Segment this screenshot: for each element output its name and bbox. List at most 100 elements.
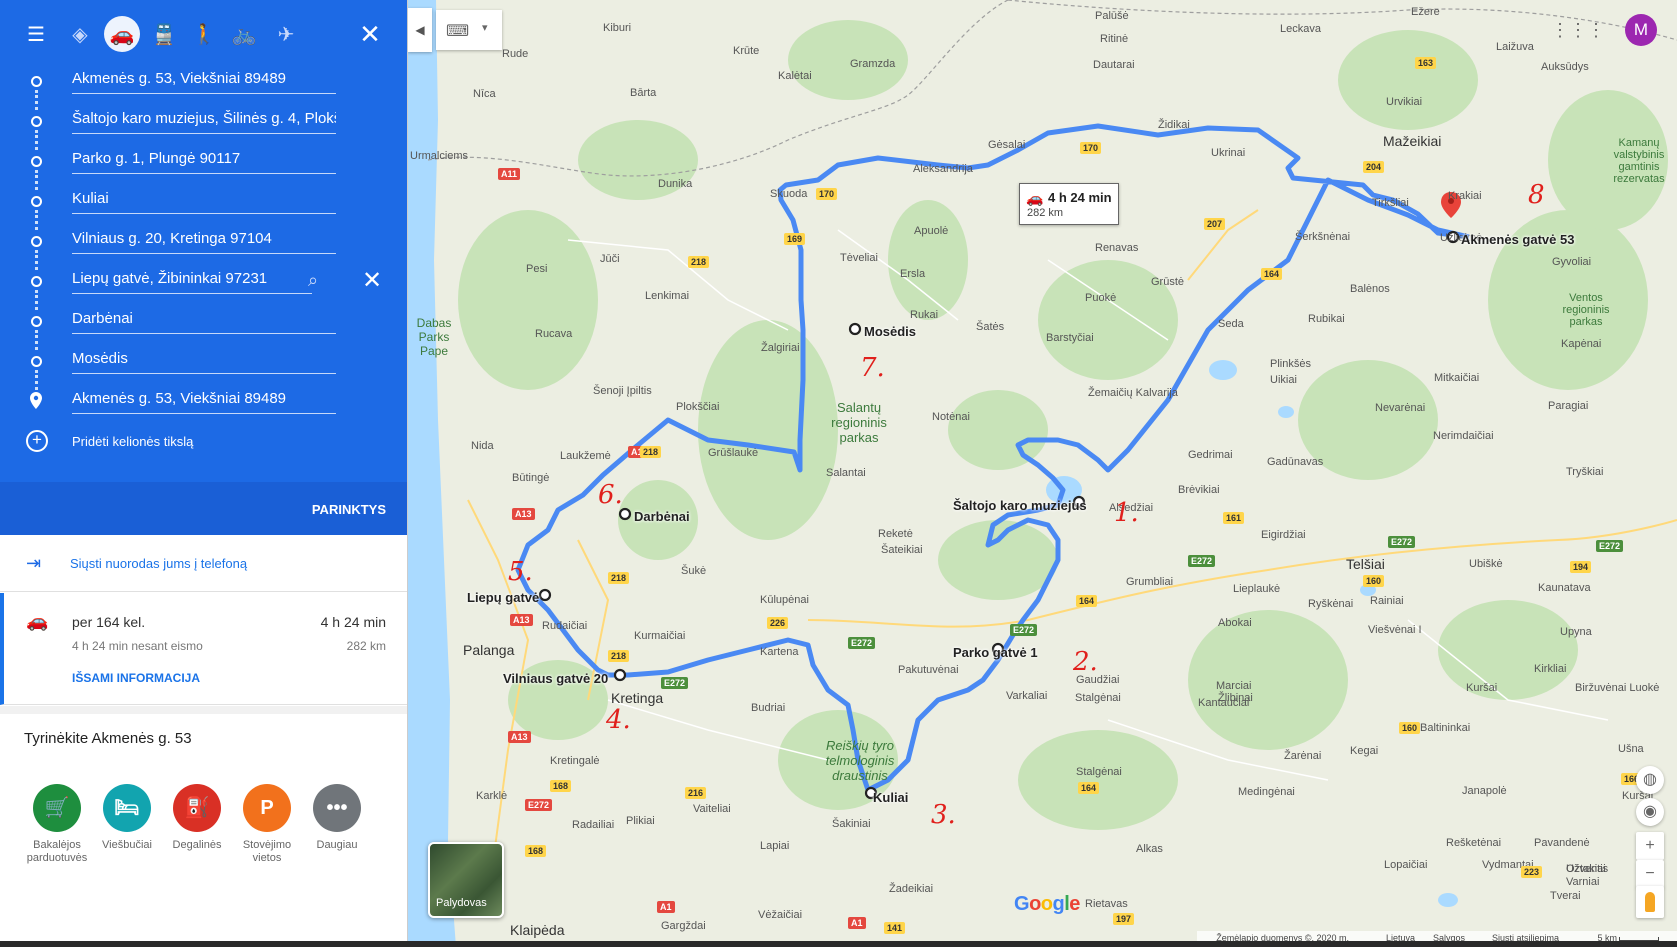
- place-label: Tirkšliai: [1372, 197, 1409, 209]
- place-label: Janapolė: [1462, 785, 1507, 797]
- waypoint-label[interactable]: Vilniaus gatvė 20: [503, 671, 608, 686]
- remove-waypoint-icon[interactable]: ✕: [362, 266, 382, 295]
- waypoint-input[interactable]: Darbėnai: [72, 310, 336, 334]
- car-mode-icon[interactable]: 🚗: [104, 16, 140, 52]
- satellite-toggle[interactable]: Palydovas: [428, 842, 504, 918]
- road-shield: 168: [525, 845, 547, 857]
- waypoint-input[interactable]: Liepų gatvė, Žibininkai 97231: [72, 270, 312, 294]
- place-label: Brėvikiai: [1178, 484, 1220, 496]
- input-tools-button[interactable]: ⌨ ▾: [436, 10, 502, 50]
- place-label: Mitkaičiai: [1434, 372, 1480, 384]
- place-label: Reketė: [878, 528, 913, 540]
- annotation-number: 7.: [860, 353, 885, 383]
- road-shield: E272: [525, 799, 553, 811]
- place-label: Krakiai: [1448, 190, 1482, 202]
- satellite-label: Palydovas: [436, 897, 487, 909]
- waypoint-row: Akmenės g. 53, Viekšniai 89489: [0, 62, 407, 102]
- flight-mode-icon[interactable]: ✈: [266, 14, 306, 54]
- category-label: Viešbučiai: [102, 839, 152, 851]
- category-parking[interactable]: P Stovėjimo vietos: [230, 784, 304, 865]
- connector-dots: [35, 170, 38, 190]
- waypoint-input[interactable]: Parko g. 1, Plungė 90117: [72, 150, 336, 174]
- waypoint-input[interactable]: Kuliai: [72, 190, 336, 214]
- place-label: Alkas: [1136, 843, 1163, 855]
- category-gas[interactable]: ⛽ Degalinės: [160, 784, 234, 852]
- place-label: Dautarai: [1093, 59, 1135, 71]
- transit-mode-icon[interactable]: 🚆: [144, 14, 184, 54]
- waypoint-input[interactable]: Akmenės g. 53, Viekšniai 89489: [72, 390, 336, 414]
- map-canvas[interactable]: Kiburi Krūte Kalėtai Gramzda Bārta Nīca …: [408, 0, 1677, 947]
- send-to-phone-link[interactable]: Siųsti nuorodas jums į telefoną: [70, 556, 247, 571]
- place-label: Kuršai: [1466, 682, 1498, 694]
- road-shield: 223: [1521, 866, 1543, 878]
- directions-icon[interactable]: ◈: [60, 14, 100, 54]
- road-shield: E272: [1388, 536, 1416, 548]
- waypoint-label[interactable]: Kuliai: [873, 790, 908, 805]
- road-shield: 216: [685, 787, 707, 799]
- travel-mode-bar: ☰ ◈ 🚗 🚆 🚶 🚲 ✈ ✕: [0, 14, 407, 54]
- waypoint-dot-icon: [31, 316, 42, 327]
- category-hotels[interactable]: 🛏 Viešbučiai: [90, 784, 164, 852]
- place-label: Žarėnai: [1284, 750, 1322, 762]
- zoom-out-button[interactable]: −: [1636, 860, 1664, 888]
- menu-icon[interactable]: ☰: [16, 14, 56, 54]
- my-location-icon[interactable]: ◉: [1636, 798, 1664, 826]
- route-info-box[interactable]: 🚗 4 h 24 min 282 km: [1019, 183, 1119, 225]
- road-shield: 207: [1204, 218, 1226, 230]
- walk-mode-icon[interactable]: 🚶: [184, 14, 224, 54]
- place-label: Rucava: [535, 328, 573, 340]
- place-label: Notėnai: [932, 411, 970, 423]
- waypoint-label[interactable]: Šaltojo karo muziejus: [953, 498, 1087, 513]
- place-label: Jūči: [600, 253, 620, 265]
- place-label: Būtingė: [512, 472, 550, 484]
- globe-icon[interactable]: ◍: [1636, 766, 1664, 794]
- collapse-panel-button[interactable]: ◀: [408, 8, 432, 52]
- place-label: Kamanų valstybinis gamtinis rezervatas: [1613, 137, 1665, 185]
- options-button[interactable]: PARINKTYS: [312, 502, 386, 517]
- place-label: Grūstė: [1151, 276, 1185, 288]
- place-label: Nida: [471, 440, 494, 452]
- search-icon[interactable]: ⌕: [308, 270, 318, 291]
- google-logo: Google: [1014, 893, 1080, 915]
- category-groceries[interactable]: 🛒 Bakalėjos parduotuvės: [20, 784, 94, 865]
- send-to-phone-row[interactable]: ⇥ Siųsti nuorodas jums į telefoną: [0, 536, 407, 592]
- explore-title: Tyrinėkite Akmenės g. 53: [24, 730, 192, 747]
- add-destination-button[interactable]: + Pridėti kelionės tikslą: [0, 428, 407, 458]
- place-label: Plikiai: [626, 815, 655, 827]
- waypoint-label[interactable]: Mosėdis: [864, 324, 916, 339]
- place-label: Vėžaičiai: [758, 909, 803, 921]
- route-option[interactable]: 🚗 per 164 kel. 4 h 24 min 4 h 24 min nes…: [0, 593, 407, 705]
- apps-grid-icon[interactable]: ⋮⋮⋮: [1551, 20, 1605, 41]
- place-label: Rainiai: [1370, 595, 1404, 607]
- waypoint-row: Šaltojo karo muziejus, Šilinės g. 4, Plo…: [0, 102, 407, 142]
- close-directions-icon[interactable]: ✕: [350, 14, 390, 54]
- waypoint-input[interactable]: Šaltojo karo muziejus, Šilinės g. 4, Plo…: [72, 110, 336, 134]
- waypoint-label[interactable]: Parko gatvė 1: [953, 645, 1038, 660]
- route-details-link[interactable]: IŠSAMI INFORMACIJA: [72, 671, 200, 685]
- place-label: Renavas: [1095, 242, 1139, 254]
- connector-dots: [35, 250, 38, 270]
- waypoint-label[interactable]: Liepų gatvė: [467, 590, 539, 605]
- category-more[interactable]: ••• Daugiau: [300, 784, 374, 852]
- place-label: Nevarėnai: [1375, 402, 1426, 414]
- waypoint-input[interactable]: Akmenės g. 53, Viekšniai 89489: [72, 70, 336, 94]
- place-label: Salantai: [826, 467, 866, 479]
- road-shield: A13: [510, 614, 533, 626]
- bike-mode-icon[interactable]: 🚲: [224, 14, 264, 54]
- annotation-number: 2.: [1073, 647, 1098, 677]
- road-shield: E272: [661, 677, 689, 689]
- place-label: Nīca: [473, 88, 496, 100]
- place-label: Lapiai: [760, 840, 790, 852]
- place-label: Barstyčiai: [1046, 332, 1094, 344]
- annotation-number: 8: [1528, 180, 1545, 210]
- place-label: Rude: [502, 48, 529, 60]
- waypoint-label[interactable]: Akmenės gatvė 53: [1461, 232, 1574, 247]
- zoom-in-button[interactable]: +: [1636, 832, 1664, 860]
- place-label: Ventos regioninis parkas: [1562, 292, 1610, 328]
- avatar[interactable]: M: [1625, 14, 1657, 46]
- waypoint-label[interactable]: Darbėnai: [634, 509, 690, 524]
- pegman-icon[interactable]: [1636, 886, 1664, 918]
- place-label: Radailiai: [572, 819, 615, 831]
- waypoint-input[interactable]: Vilniaus g. 20, Kretinga 97104: [72, 230, 336, 254]
- waypoint-input[interactable]: Mosėdis: [72, 350, 336, 374]
